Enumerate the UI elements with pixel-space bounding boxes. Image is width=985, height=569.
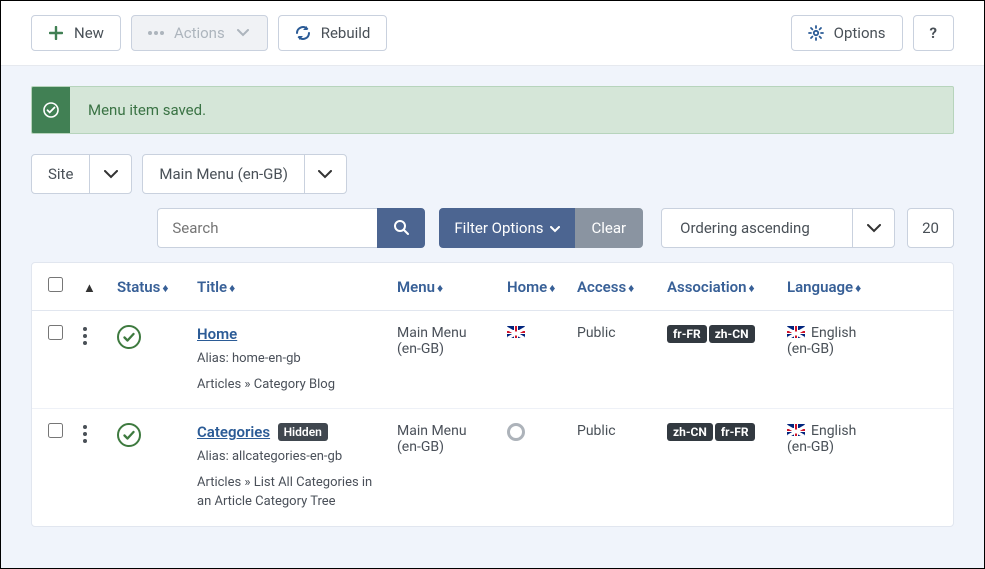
item-type: Articles » List All Categories in an Art… bbox=[197, 473, 377, 512]
chevron-down-icon bbox=[304, 155, 346, 193]
filter-options-label: Filter Options bbox=[454, 219, 543, 237]
item-title-link[interactable]: Categories bbox=[197, 423, 270, 441]
options-button[interactable]: Options bbox=[791, 15, 903, 51]
table-row: Home Alias: home-en-gb Articles » Category… bbox=[32, 311, 953, 409]
uk-flag-icon bbox=[787, 424, 805, 436]
association-badge[interactable]: fr-FR bbox=[715, 423, 755, 441]
alert-message: Menu item saved. bbox=[70, 87, 224, 133]
ordering-label: Ordering ascending bbox=[662, 209, 852, 247]
col-language[interactable]: Language bbox=[787, 278, 853, 296]
clear-label: Clear bbox=[592, 219, 627, 237]
uk-flag-icon bbox=[787, 326, 805, 338]
item-menu: Main Menu (en-GB) bbox=[397, 325, 467, 357]
items-table: ▲ Status♦ Title♦ Menu♦ Home♦ Access♦ Ass… bbox=[31, 262, 954, 527]
row-checkbox[interactable] bbox=[48, 325, 63, 340]
association-badge[interactable]: zh-CN bbox=[667, 423, 713, 441]
item-alias: Alias: allcategories-en-gb bbox=[197, 447, 377, 467]
filter-bar: Site Main Menu (en-GB) bbox=[1, 134, 984, 194]
limit-select[interactable]: 20 bbox=[907, 208, 954, 248]
uk-flag-icon[interactable] bbox=[507, 326, 525, 338]
rebuild-button[interactable]: Rebuild bbox=[278, 15, 388, 51]
item-access: Public bbox=[577, 423, 616, 439]
alert-success: Menu item saved. bbox=[31, 86, 954, 134]
help-button[interactable]: ? bbox=[913, 15, 954, 51]
plus-icon bbox=[48, 25, 64, 41]
row-checkbox[interactable] bbox=[48, 423, 63, 438]
col-association[interactable]: Association bbox=[667, 278, 747, 296]
col-home[interactable]: Home bbox=[507, 278, 547, 296]
chevron-down-icon bbox=[550, 219, 560, 237]
check-circle-icon bbox=[32, 87, 70, 133]
chevron-down-icon bbox=[89, 155, 131, 193]
drag-handle-icon[interactable] bbox=[83, 423, 97, 443]
search-button[interactable] bbox=[377, 208, 425, 248]
help-button-label: ? bbox=[930, 24, 937, 42]
item-type: Articles » Category Blog bbox=[197, 375, 377, 395]
limit-label: 20 bbox=[922, 219, 939, 237]
new-button-label: New bbox=[74, 24, 104, 42]
item-title-link[interactable]: Home bbox=[197, 325, 237, 343]
new-button[interactable]: New bbox=[31, 15, 121, 51]
chevron-down-icon bbox=[852, 209, 894, 247]
col-access[interactable]: Access bbox=[577, 278, 626, 296]
item-menu: Main Menu (en-GB) bbox=[397, 423, 467, 455]
client-select-label: Site bbox=[32, 155, 89, 193]
actions-button[interactable]: Actions bbox=[131, 15, 268, 51]
ellipsis-icon bbox=[148, 25, 164, 41]
menu-select[interactable]: Main Menu (en-GB) bbox=[142, 154, 347, 194]
drag-handle-icon[interactable] bbox=[83, 325, 97, 345]
hidden-badge: Hidden bbox=[278, 423, 328, 441]
col-status[interactable]: Status bbox=[117, 278, 160, 296]
chevron-down-icon bbox=[235, 25, 251, 41]
item-alias: Alias: home-en-gb bbox=[197, 349, 377, 369]
association-badge[interactable]: fr-FR bbox=[667, 325, 707, 343]
options-button-label: Options bbox=[834, 24, 886, 42]
clear-button[interactable]: Clear bbox=[575, 208, 644, 248]
search-input[interactable] bbox=[157, 208, 377, 248]
rebuild-button-label: Rebuild bbox=[321, 24, 371, 42]
menu-select-label: Main Menu (en-GB) bbox=[143, 155, 304, 193]
status-published-icon[interactable] bbox=[117, 325, 141, 349]
toolbar: New Actions Rebuild Options ? bbox=[1, 1, 984, 66]
home-toggle-icon[interactable] bbox=[507, 423, 525, 441]
ordering-select[interactable]: Ordering ascending bbox=[661, 208, 895, 248]
refresh-icon bbox=[295, 25, 311, 41]
gear-icon bbox=[808, 25, 824, 41]
filter-options-button[interactable]: Filter Options bbox=[439, 208, 574, 248]
item-access: Public bbox=[577, 325, 616, 341]
client-select[interactable]: Site bbox=[31, 154, 132, 194]
actions-button-label: Actions bbox=[174, 24, 225, 42]
association-badge[interactable]: zh-CN bbox=[709, 325, 755, 343]
col-title[interactable]: Title bbox=[197, 278, 227, 296]
status-published-icon[interactable] bbox=[117, 423, 141, 447]
table-row: Categories Hidden Alias: allcategories-en… bbox=[32, 409, 953, 526]
sort-order-icon[interactable]: ▲ bbox=[83, 281, 96, 296]
filter-tools: Filter Options Clear Ordering ascending … bbox=[1, 194, 984, 248]
search-icon bbox=[393, 219, 409, 238]
select-all-checkbox[interactable] bbox=[48, 277, 63, 292]
col-menu[interactable]: Menu bbox=[397, 278, 435, 296]
